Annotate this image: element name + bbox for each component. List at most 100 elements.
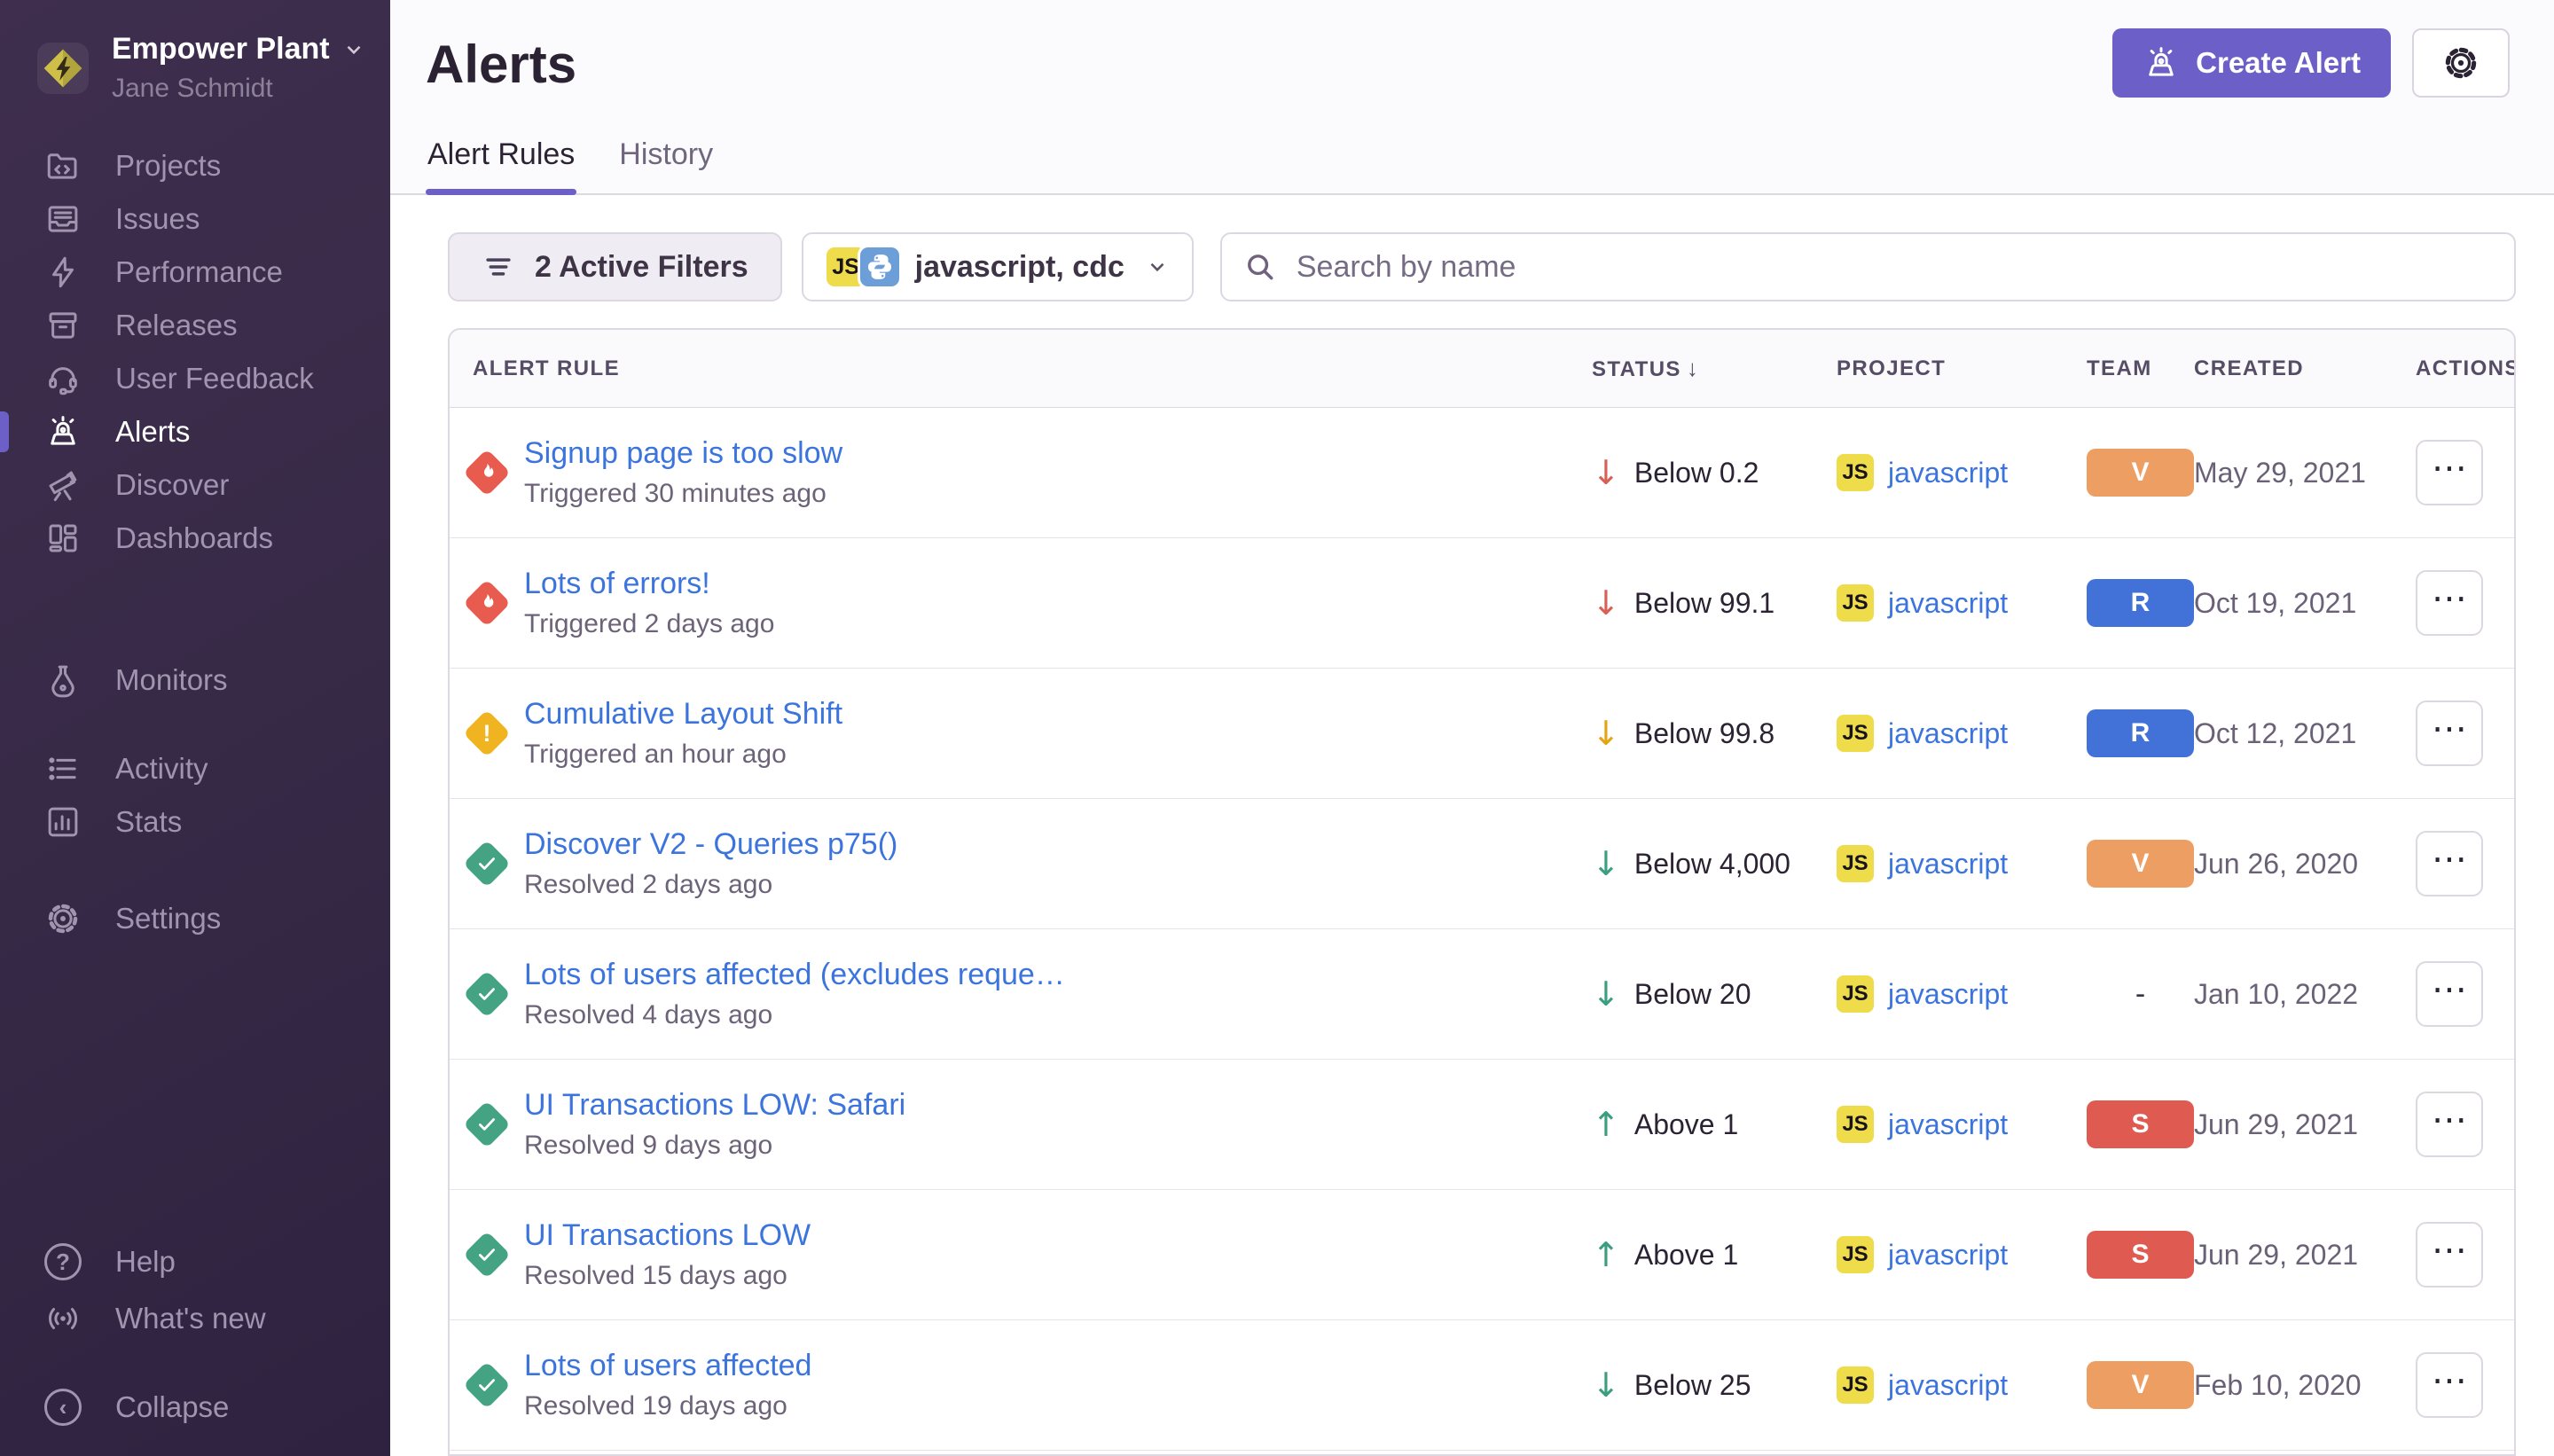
- team-cell: V: [2087, 449, 2194, 497]
- sidebar-item-stats[interactable]: Stats: [0, 795, 390, 849]
- severity-cell: !: [450, 1238, 524, 1272]
- siren-icon: [2143, 44, 2180, 82]
- alert-settings-button[interactable]: [2412, 28, 2510, 98]
- sidebar-collapse-button[interactable]: ‹ Collapse: [0, 1379, 390, 1436]
- project-link[interactable]: javascript: [1888, 1369, 2008, 1402]
- project-link[interactable]: javascript: [1888, 1108, 2008, 1141]
- tab-alert-rules[interactable]: Alert Rules: [426, 137, 576, 195]
- project-link[interactable]: javascript: [1888, 587, 2008, 620]
- row-actions-button[interactable]: ⋯: [2416, 831, 2483, 896]
- sidebar-item-label: Releases: [115, 309, 238, 342]
- alert-rule-cell: Lots of errors! Triggered 2 days ago: [524, 567, 1592, 639]
- search-input[interactable]: [1297, 250, 2493, 285]
- created-cell: Jan 10, 2022: [2194, 978, 2416, 1011]
- status-cell: ↓ Below 0.2: [1592, 456, 1837, 489]
- actions-cell: ⋯: [2416, 961, 2514, 1027]
- table-row: ! Lots of users affected (excludes reque…: [450, 929, 2514, 1060]
- alert-rule-link[interactable]: Lots of errors!: [524, 567, 1553, 601]
- project-link[interactable]: javascript: [1888, 848, 2008, 881]
- sidebar-item-label: Settings: [115, 902, 221, 935]
- alert-rule-link[interactable]: UI Transactions LOW: Safari: [524, 1088, 1553, 1123]
- search-icon: [1243, 250, 1277, 284]
- actions-cell: ⋯: [2416, 570, 2514, 636]
- team-badge: V: [2087, 449, 2194, 497]
- team-badge: R: [2087, 579, 2194, 627]
- row-actions-button[interactable]: ⋯: [2416, 961, 2483, 1027]
- javascript-badge: JS: [1837, 845, 1874, 882]
- sidebar-item-projects[interactable]: Projects: [0, 139, 390, 192]
- alert-rule-status-text: Resolved 19 days ago: [524, 1391, 1592, 1421]
- create-alert-label: Create Alert: [2196, 46, 2361, 80]
- created-cell: Jun 29, 2021: [2194, 1108, 2416, 1141]
- column-project[interactable]: Project: [1837, 356, 2087, 381]
- column-created[interactable]: Created: [2194, 356, 2416, 381]
- alert-rule-link[interactable]: UI Transactions LOW: [524, 1218, 1553, 1253]
- team-badge: V: [2087, 1361, 2194, 1409]
- sidebar-item-user-feedback[interactable]: User Feedback: [0, 352, 390, 405]
- check-icon: [475, 982, 498, 1006]
- search-field[interactable]: [1220, 232, 2516, 301]
- row-actions-button[interactable]: ⋯: [2416, 1092, 2483, 1157]
- severity-icon: !: [470, 456, 504, 489]
- sidebar-item-monitors[interactable]: Monitors: [0, 654, 390, 707]
- project-link[interactable]: javascript: [1888, 457, 2008, 489]
- sidebar-item-label: Help: [115, 1245, 176, 1279]
- table-row: ! UI Transactions LOW Resolved 15 days a…: [450, 1190, 2514, 1320]
- sidebar-item-dashboards[interactable]: Dashboards: [0, 512, 390, 565]
- row-actions-button[interactable]: ⋯: [2416, 1352, 2483, 1418]
- table-row: ! Cumulative Layout Shift Triggered an h…: [450, 669, 2514, 799]
- alert-rule-cell: Cumulative Layout Shift Triggered an hou…: [524, 697, 1592, 770]
- created-cell: Jun 29, 2021: [2194, 1239, 2416, 1272]
- org-switcher[interactable]: Empower Plant Jane Schmidt: [0, 0, 390, 104]
- sidebar-item-discover[interactable]: Discover: [0, 458, 390, 512]
- flame-icon: [475, 591, 498, 614]
- alert-rule-link[interactable]: Lots of users affected: [524, 1349, 1553, 1383]
- sidebar-item-releases[interactable]: Releases: [0, 299, 390, 352]
- row-actions-button[interactable]: ⋯: [2416, 701, 2483, 766]
- project-selector-dropdown[interactable]: JS javascript, cdc: [802, 232, 1194, 301]
- headset-icon: [44, 360, 82, 397]
- team-badge: S: [2087, 1100, 2194, 1148]
- tab-history[interactable]: History: [617, 137, 715, 195]
- check-icon: [475, 1374, 498, 1397]
- alert-rule-link[interactable]: Lots of users affected (excludes reque…: [524, 958, 1553, 992]
- team-cell: V: [2087, 840, 2194, 888]
- sidebar-item-help[interactable]: ? Help: [0, 1233, 390, 1290]
- platform-badges: JS: [827, 247, 899, 286]
- broadcast-icon: [44, 1300, 82, 1337]
- row-actions-button[interactable]: ⋯: [2416, 570, 2483, 636]
- create-alert-button[interactable]: Create Alert: [2112, 28, 2391, 98]
- project-link[interactable]: javascript: [1888, 978, 2008, 1011]
- project-link[interactable]: javascript: [1888, 717, 2008, 750]
- status-cell: ↓ Below 99.8: [1592, 716, 1837, 750]
- actions-cell: ⋯: [2416, 1352, 2514, 1418]
- sidebar-item-label: What's new: [115, 1302, 266, 1335]
- row-actions-button[interactable]: ⋯: [2416, 1222, 2483, 1288]
- project-link[interactable]: javascript: [1888, 1239, 2008, 1272]
- check-icon: [475, 1243, 498, 1266]
- row-actions-button[interactable]: ⋯: [2416, 440, 2483, 505]
- sidebar-item-label: Discover: [115, 468, 229, 502]
- sidebar-item-performance[interactable]: Performance: [0, 246, 390, 299]
- column-status[interactable]: Status↓: [1592, 355, 1837, 382]
- page-header: Alerts Alert Rules History Create Alert: [390, 0, 2554, 195]
- javascript-badge: JS: [1837, 1236, 1874, 1273]
- sidebar-item-issues[interactable]: Issues: [0, 192, 390, 246]
- alert-rule-status-text: Triggered an hour ago: [524, 740, 1592, 770]
- question-circle-icon: ?: [44, 1243, 82, 1280]
- project-cell: JS javascript: [1837, 1236, 2087, 1273]
- alert-rule-link[interactable]: Cumulative Layout Shift: [524, 697, 1553, 732]
- alert-rule-link[interactable]: Discover V2 - Queries p75(): [524, 827, 1553, 862]
- ellipsis-icon: ⋯: [2432, 581, 2467, 616]
- sidebar-item-settings[interactable]: Settings: [0, 892, 390, 945]
- sidebar-item-alerts[interactable]: Alerts: [0, 405, 390, 458]
- active-filters-button[interactable]: 2 Active Filters: [448, 232, 782, 301]
- sidebar-item-activity[interactable]: Activity: [0, 742, 390, 795]
- column-team[interactable]: Team: [2087, 356, 2194, 381]
- column-alert-rule[interactable]: Alert Rule: [450, 356, 1592, 381]
- alert-rules-table: Alert Rule Status↓ Project Team Created …: [448, 328, 2516, 1456]
- alert-rule-link[interactable]: Signup page is too slow: [524, 436, 1553, 471]
- active-item-indicator: [0, 411, 9, 452]
- sidebar-item-whats-new[interactable]: What's new: [0, 1290, 390, 1347]
- sidebar-item-label: Collapse: [115, 1390, 229, 1424]
